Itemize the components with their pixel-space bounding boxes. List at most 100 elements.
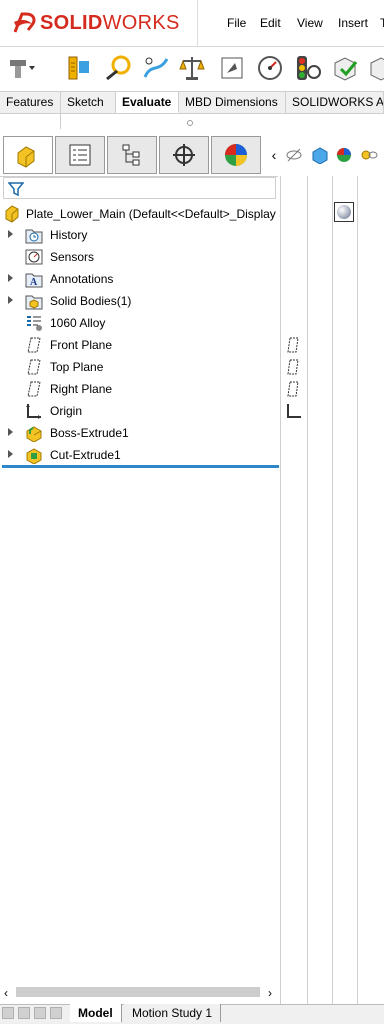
tree-item-sensors[interactable]: Sensors — [0, 246, 280, 268]
feature-manager-icon[interactable] — [3, 136, 53, 174]
tree-item-cut-extrude1[interactable]: Cut-Extrude1 — [0, 444, 280, 466]
plane-display-icon[interactable] — [286, 336, 302, 357]
scene-icon[interactable] — [360, 146, 378, 164]
command-manager-tabs: Features Sketch Evaluate MBD Dimensions … — [0, 91, 384, 114]
section-properties-icon[interactable] — [216, 52, 248, 84]
sensors-icon — [25, 249, 43, 265]
plane-display-icon[interactable] — [286, 380, 302, 401]
display-mode-icon[interactable] — [311, 146, 329, 164]
measure-icon[interactable] — [64, 52, 96, 84]
next-tab-icon[interactable] — [34, 1007, 46, 1019]
material-icon — [27, 316, 42, 331]
markup-icon[interactable] — [102, 52, 134, 84]
title-divider — [197, 0, 198, 46]
tab-solidworks-addins[interactable]: SOLIDWORKS Ad — [286, 92, 384, 113]
plane-icon — [27, 337, 41, 353]
tree-item-boss-extrude1[interactable]: Boss-Extrude1 — [0, 422, 280, 444]
dimxpert-manager-icon[interactable] — [159, 136, 209, 174]
column-divider — [357, 176, 358, 1006]
part-icon — [4, 203, 24, 226]
design-checker-icon[interactable] — [6, 52, 38, 84]
manager-tabs — [0, 136, 278, 177]
last-tab-icon[interactable] — [50, 1007, 62, 1019]
cut-extrude-icon — [26, 448, 42, 464]
tree-item-label: History — [50, 228, 88, 242]
scroll-left-icon[interactable]: ‹ — [4, 986, 8, 1000]
sketch-markup-icon[interactable] — [140, 52, 172, 84]
geometry-analysis-icon[interactable] — [366, 52, 384, 84]
boss-extrude-icon — [26, 426, 42, 442]
check-icon[interactable] — [330, 52, 362, 84]
panel-resize-grip[interactable] — [187, 120, 193, 126]
tab-model[interactable]: Model — [70, 1004, 122, 1022]
tree-item-origin[interactable]: Origin — [0, 400, 280, 422]
annotations-icon: A — [25, 273, 43, 288]
history-folder-icon — [25, 229, 43, 244]
menu-insert[interactable]: Insert — [338, 16, 368, 30]
plane-icon — [27, 359, 41, 375]
tab-sketch[interactable]: Sketch — [61, 92, 116, 113]
scroll-right-icon[interactable]: › — [268, 986, 272, 1000]
expand-arrow-icon[interactable] — [8, 428, 13, 436]
scrollbar-thumb[interactable] — [16, 987, 260, 997]
tab-features[interactable]: Features — [0, 92, 61, 113]
display-manager-icon[interactable] — [211, 136, 261, 174]
tree-item-label: Sensors — [50, 250, 95, 264]
prev-tab-icon[interactable] — [18, 1007, 30, 1019]
tree-item-label: Top Plane — [50, 360, 104, 374]
command-manager — [0, 47, 384, 129]
tab-evaluate[interactable]: Evaluate — [116, 92, 179, 113]
tree-item-top-plane[interactable]: Top Plane — [0, 356, 280, 378]
property-manager-icon[interactable] — [55, 136, 105, 174]
part-name[interactable]: Plate_Lower_Main (Default<<Default>_Disp… — [26, 207, 280, 221]
column-divider — [332, 176, 333, 1006]
tree-item-history[interactable]: History — [0, 224, 280, 246]
origin-display-icon[interactable] — [285, 402, 303, 423]
rollback-bar[interactable] — [2, 465, 279, 468]
tree-item-label: 1060 Alloy — [50, 316, 106, 330]
feature-tree-filter[interactable] — [3, 177, 276, 199]
brand-solid: SOLID — [40, 11, 103, 34]
expand-arrow-icon[interactable] — [8, 450, 13, 458]
tree-item-label: Annotations — [50, 272, 114, 286]
tree-item-front-plane[interactable]: Front Plane — [0, 334, 280, 356]
menu-edit[interactable]: Edit — [260, 16, 281, 30]
appearance-icon[interactable] — [335, 146, 353, 164]
ds-logo-icon — [13, 12, 36, 33]
tree-item-right-plane[interactable]: Right Plane — [0, 378, 280, 400]
plane-icon — [27, 381, 41, 397]
expand-arrow-icon[interactable] — [8, 274, 13, 282]
configuration-manager-icon[interactable] — [107, 136, 157, 174]
column-divider — [307, 176, 308, 1006]
tree-item-label: Solid Bodies(1) — [50, 294, 132, 308]
menu-file[interactable]: File — [227, 16, 246, 30]
tree-item-annotations[interactable]: A Annotations — [0, 268, 280, 290]
tree-item-material[interactable]: 1060 Alloy — [0, 312, 280, 334]
mass-properties-icon[interactable] — [176, 52, 208, 84]
origin-icon — [26, 404, 41, 419]
tree-item-label: Right Plane — [50, 382, 113, 396]
sensor-gauge-icon[interactable] — [254, 52, 286, 84]
menu-view[interactable]: View — [297, 16, 323, 30]
brand-works: WORKS — [102, 11, 180, 34]
collapse-arrow-icon[interactable]: ‹ — [265, 146, 283, 164]
appearance-swatch[interactable] — [334, 202, 354, 222]
tree-item-label: Boss-Extrude1 — [50, 426, 129, 440]
first-tab-icon[interactable] — [2, 1007, 14, 1019]
hide-show-icon[interactable] — [285, 146, 303, 164]
tab-mbd-dimensions[interactable]: MBD Dimensions — [179, 92, 286, 113]
solid-bodies-icon — [25, 295, 43, 310]
filter-icon[interactable] — [8, 181, 24, 197]
svg-text:A: A — [30, 277, 38, 288]
solidworks-logo[interactable]: SOLID WORKS — [12, 6, 198, 40]
plane-display-icon[interactable] — [286, 358, 302, 379]
column-divider — [280, 176, 281, 1006]
tree-item-solid-bodies[interactable]: Solid Bodies(1) — [0, 290, 280, 312]
performance-evaluation-icon[interactable] — [292, 52, 324, 84]
expand-arrow-icon[interactable] — [8, 230, 13, 238]
tree-item-label: Origin — [50, 404, 83, 418]
tree-item-label: Front Plane — [50, 338, 113, 352]
tab-motion-study-1[interactable]: Motion Study 1 — [124, 1004, 222, 1022]
menu-tools[interactable]: T — [380, 16, 384, 30]
expand-arrow-icon[interactable] — [8, 296, 13, 304]
